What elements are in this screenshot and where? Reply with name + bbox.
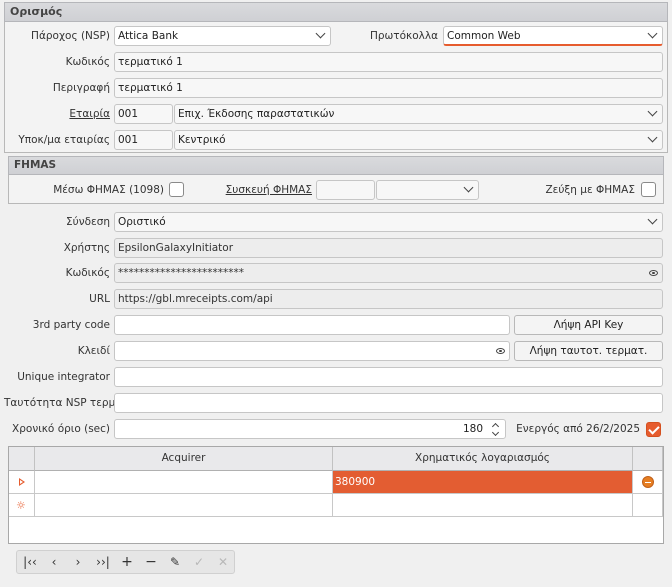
user-label: Χρήστης <box>63 242 110 254</box>
url-label: URL <box>89 293 110 305</box>
sun-new-row-icon: ☼ <box>16 499 26 512</box>
provider-select[interactable]: Attica Bank <box>114 26 331 46</box>
unique-integrator-label: Unique integrator <box>17 371 110 383</box>
code-label: Κωδικός <box>65 56 110 68</box>
key-label: Κλειδί <box>77 345 110 357</box>
provider-value: Attica Bank <box>118 30 179 42</box>
fhmas-device-select[interactable] <box>376 180 479 200</box>
confirm-check-icon[interactable]: ✓ <box>188 552 210 572</box>
third-party-code-field[interactable] <box>114 315 510 335</box>
description-field[interactable]: τερματικό 1 <box>114 78 663 98</box>
fhmas-section-title: FHMAS <box>8 156 664 175</box>
column-header-acquirer[interactable]: Acquirer <box>35 447 333 471</box>
new-row-acquirer-cell[interactable] <box>35 494 333 517</box>
acquirer-grid: Acquirer Χρηματικός λογαριασμός 380900 ☼ <box>8 446 664 544</box>
branch-name-value: Κεντρικό <box>178 134 226 146</box>
company-name-select[interactable]: Επιχ. Έκδοσης παραστατικών <box>174 104 663 124</box>
fhmas-means-label: Μέσω ΦΗΜΑΣ (1098) <box>53 184 164 196</box>
record-navigator: |‹‹ ‹ › ››| + − ✎ ✓ ✕ <box>16 550 235 574</box>
timeout-label: Χρονικό όριο (sec) <box>12 423 110 435</box>
column-header-account[interactable]: Χρηματικός λογαριασμός <box>333 447 633 471</box>
company-code-field[interactable]: 001 <box>114 104 173 124</box>
active-from-label: Ενεργός από 26/2/2025 <box>516 423 640 435</box>
next-record-button[interactable]: › <box>67 552 89 572</box>
row-indicator[interactable] <box>9 471 35 494</box>
fhmas-device-code-field[interactable] <box>316 180 375 200</box>
get-api-key-button[interactable]: Λήψη API Key <box>514 315 663 335</box>
table-row-account-cell[interactable]: 380900 <box>333 471 633 494</box>
branch-name-select[interactable]: Κεντρικό <box>174 130 663 150</box>
last-record-button[interactable]: ››| <box>91 552 115 572</box>
active-checkbox[interactable] <box>646 422 661 437</box>
protocols-value: Common Web <box>447 30 521 42</box>
password-field[interactable]: ************************ <box>114 263 663 283</box>
definition-section-title: Ορισμός <box>4 2 668 22</box>
third-party-code-label: 3rd party code <box>32 319 110 331</box>
connection-label: Σύνδεση <box>66 216 110 228</box>
new-row-indicator[interactable]: ☼ <box>9 494 35 517</box>
delete-record-button[interactable]: − <box>140 552 162 572</box>
protocols-label: Πρωτόκολλα <box>369 30 438 42</box>
provider-label: Πάροχος (NSP) <box>31 30 110 42</box>
table-row-acquirer-cell[interactable] <box>35 471 333 494</box>
password-value: ************************ <box>118 267 244 279</box>
fhmas-means-checkbox[interactable] <box>169 182 184 197</box>
fhmas-pair-label: Ζεύξη με ΦΗΜΑΣ <box>545 184 635 196</box>
protocols-select[interactable]: Common Web <box>443 26 663 46</box>
get-terminal-id-button[interactable]: Λήψη ταυτοτ. τερματ. <box>514 341 663 361</box>
password-label: Κωδικός <box>65 267 110 279</box>
timeout-stepper[interactable]: 180 <box>114 419 506 439</box>
row-action-cell <box>633 471 663 494</box>
connection-select[interactable]: Οριστικό <box>114 212 663 232</box>
chevron-down-icon <box>463 182 474 193</box>
branch-label: Υποκ/μα εταιρίας <box>18 134 110 146</box>
prev-record-button[interactable]: ‹ <box>43 552 65 572</box>
connection-value: Οριστικό <box>118 216 166 228</box>
key-field[interactable] <box>114 341 510 361</box>
code-field[interactable]: τερματικό 1 <box>114 52 663 72</box>
fhmas-device-link[interactable]: Συσκευή ΦΗΜΑΣ <box>208 180 312 200</box>
chevron-down-icon <box>647 28 658 39</box>
edit-record-pencil-icon[interactable]: ✎ <box>164 552 186 572</box>
url-field[interactable]: https://gbl.mreceipts.com/api <box>114 289 663 309</box>
unique-integrator-field[interactable] <box>114 367 663 387</box>
branch-code-field[interactable]: 001 <box>114 130 173 150</box>
user-field[interactable]: EpsilonGalaxyInitiator <box>114 238 663 258</box>
nsp-terminal-id-label: Ταυτότητα NSP τερμ. <box>4 397 119 409</box>
fhmas-pair-checkbox[interactable] <box>641 182 656 197</box>
chevron-down-icon <box>647 132 658 143</box>
new-row-action-cell <box>633 494 663 517</box>
nsp-terminal-id-field[interactable] <box>114 393 663 413</box>
description-label: Περιγραφή <box>52 82 110 94</box>
company-link[interactable]: Εταιρία <box>8 104 110 124</box>
grid-indicator-header <box>9 447 35 471</box>
eye-icon[interactable] <box>496 348 505 354</box>
chevron-down-icon <box>647 214 658 225</box>
new-row-account-cell[interactable] <box>333 494 633 517</box>
timeout-value: 180 <box>462 423 483 435</box>
eye-icon[interactable] <box>649 270 658 276</box>
add-record-button[interactable]: + <box>116 552 138 572</box>
chevron-down-icon[interactable] <box>491 428 500 437</box>
chevron-down-icon <box>647 106 658 117</box>
first-record-button[interactable]: |‹‹ <box>19 552 41 572</box>
remove-row-icon[interactable] <box>642 476 654 488</box>
company-name-value: Επιχ. Έκδοσης παραστατικών <box>178 108 335 120</box>
chevron-down-icon <box>315 28 326 39</box>
cancel-x-icon[interactable]: ✕ <box>212 552 234 572</box>
column-header-actions <box>633 447 663 471</box>
